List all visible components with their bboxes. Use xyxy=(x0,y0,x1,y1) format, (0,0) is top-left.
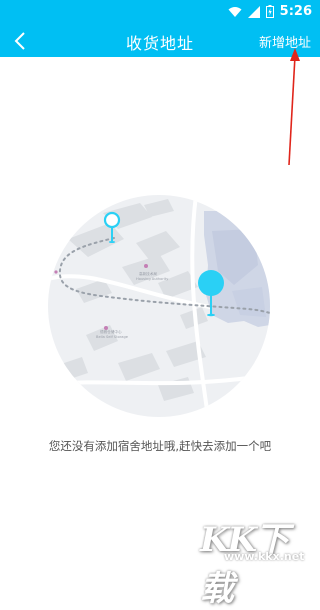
map-label-storage-en: Bella Self Storage xyxy=(96,335,129,339)
chevron-left-icon xyxy=(14,32,25,50)
status-bar: 5:26 xyxy=(0,0,320,24)
back-button[interactable] xyxy=(6,27,34,55)
watermark-url: www.kkx.net xyxy=(224,550,305,563)
map-label-storage-cn: 德雅仓储中心 xyxy=(100,329,122,334)
app-bar: 收货地址 新增地址 xyxy=(0,24,320,57)
map-label-housing-cn: 高新技术局 xyxy=(139,271,157,276)
add-address-button[interactable]: 新增地址 xyxy=(259,32,311,51)
empty-state-message: 您还没有添加宿舍地址哦,赶快去添加一个吧 xyxy=(48,439,272,453)
signal-icon xyxy=(247,5,260,18)
battery-icon xyxy=(265,5,274,18)
map-label-road: Ma xyxy=(228,205,235,211)
watermark: KK下载 www.kkx.net xyxy=(196,512,318,609)
map-label-housing-en: Housing Authority xyxy=(136,277,169,281)
map-illustration: 高新技术局 Housing Authority 德雅仓储中心 Bella Sel… xyxy=(48,195,270,417)
wifi-icon xyxy=(228,6,242,17)
status-icons: 5:26 xyxy=(228,4,312,19)
status-time: 5:26 xyxy=(279,4,312,19)
